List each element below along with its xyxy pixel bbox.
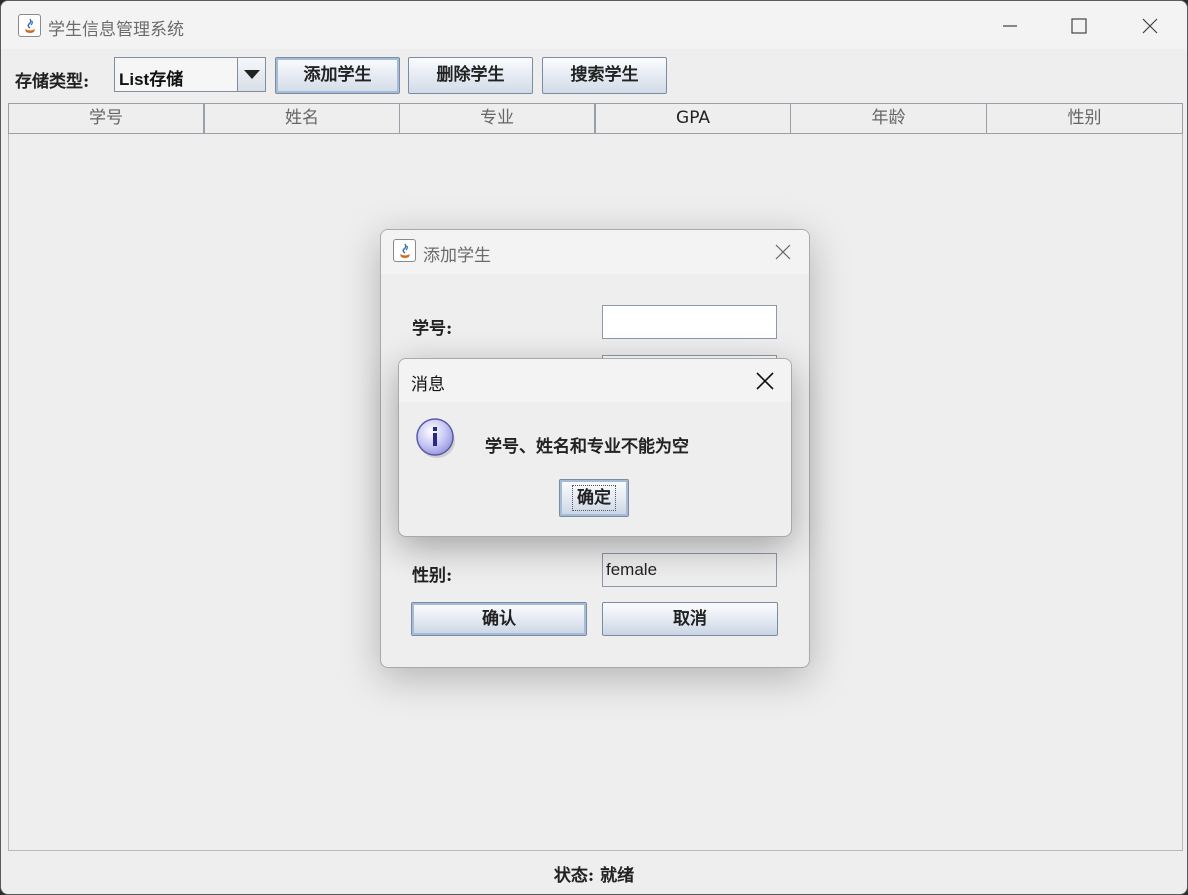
status-bar: 状态: 就绪 [553, 866, 635, 886]
gender-input[interactable]: female [602, 553, 777, 587]
column-header-age[interactable]: 年龄 [790, 103, 987, 134]
java-icon [393, 239, 416, 262]
column-header-id[interactable]: 学号 [8, 103, 204, 134]
student-id-label: 学号: [412, 319, 453, 339]
info-icon [416, 418, 455, 458]
search-student-button[interactable]: 搜索学生 [542, 57, 667, 94]
message-dialog: 消息 学号、姓名和专业不能为空 确定 [398, 358, 792, 537]
message-text: 学号、姓名和专业不能为空 [485, 437, 689, 457]
title-bar[interactable]: 学生信息管理系统 [1, 1, 1187, 49]
confirm-button[interactable]: 确认 [411, 602, 587, 636]
ok-button[interactable]: 确定 [559, 479, 629, 517]
dropdown-button[interactable] [237, 58, 265, 91]
message-close-button[interactable] [751, 367, 779, 395]
column-header-gender[interactable]: 性别 [986, 103, 1183, 134]
column-header-gpa[interactable]: GPA [595, 103, 791, 134]
column-header-major[interactable]: 专业 [399, 103, 595, 134]
chevron-down-icon [244, 70, 260, 79]
cancel-button[interactable]: 取消 [602, 602, 778, 636]
close-icon [756, 372, 774, 390]
storage-type-select[interactable]: List存储 [114, 57, 266, 92]
minimize-button[interactable] [987, 9, 1033, 43]
dialog-title-bar[interactable]: 添加学生 [381, 230, 809, 274]
dialog-close-button[interactable] [769, 238, 797, 266]
maximize-icon [1071, 18, 1087, 34]
minimize-icon [1003, 25, 1017, 27]
message-title-bar[interactable]: 消息 [399, 359, 791, 402]
message-title: 消息 [411, 375, 445, 395]
student-table-header: 学号 姓名 专业 GPA 年龄 性别 [8, 103, 1183, 134]
column-header-name[interactable]: 姓名 [204, 103, 400, 134]
storage-type-label: 存储类型: [15, 72, 90, 92]
dialog-title: 添加学生 [423, 246, 491, 266]
toolbar: 存储类型: List存储 添加学生 删除学生 搜索学生 [1, 49, 1187, 103]
ok-button-label: 确定 [572, 485, 616, 511]
storage-type-value: List存储 [119, 70, 184, 89]
student-id-input[interactable] [602, 305, 777, 339]
maximize-button[interactable] [1056, 9, 1102, 43]
close-button[interactable] [1127, 9, 1173, 43]
close-icon [1142, 18, 1158, 34]
window-title: 学生信息管理系统 [48, 20, 184, 40]
delete-student-button[interactable]: 删除学生 [408, 57, 533, 94]
gender-label: 性别: [412, 566, 453, 586]
close-icon [775, 244, 791, 260]
add-student-button[interactable]: 添加学生 [275, 57, 400, 94]
java-icon [18, 14, 41, 37]
